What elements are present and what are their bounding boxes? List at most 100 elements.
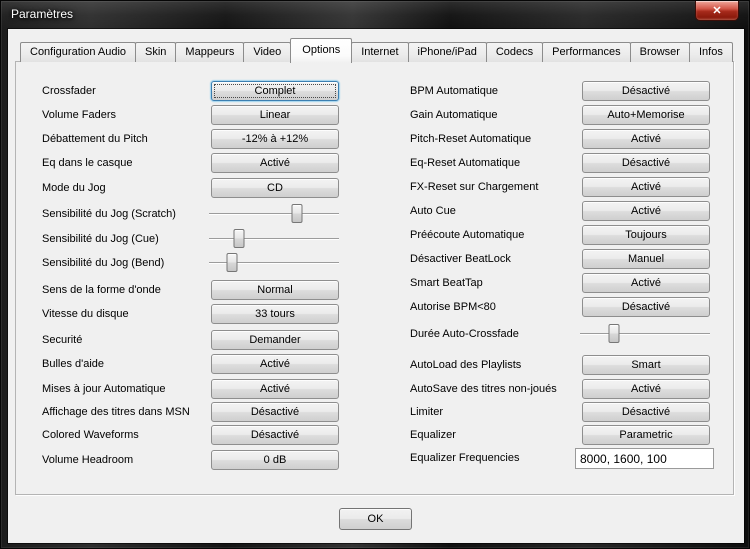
waveform-direction-value-button[interactable]: Normal [211, 280, 339, 300]
setting-label: Sens de la forme d'onde [42, 284, 161, 296]
setting-label: Volume Faders [42, 109, 116, 121]
setting-label: Sensibilité du Jog (Scratch) [42, 208, 176, 220]
pitch-range-value-button[interactable]: -12% à +12% [211, 129, 339, 149]
tab-mappeurs[interactable]: Mappeurs [175, 42, 245, 62]
auto-pitch-reset-value-button[interactable]: Activé [582, 129, 710, 149]
setting-volume-headroom: Volume Headroom 0 dB [42, 450, 339, 470]
eq-headphone-value-button[interactable]: Activé [211, 153, 339, 173]
smart-beattap-value-button[interactable]: Activé [582, 273, 710, 293]
limiter-value-button[interactable]: Désactivé [582, 402, 710, 422]
setting-colored-waveforms: Colored Waveforms Désactivé [42, 425, 339, 445]
auto-cue-value-button[interactable]: Activé [582, 201, 710, 221]
setting-waveform-direction: Sens de la forme d'onde Normal [42, 280, 339, 300]
jog-bend-slider [209, 253, 339, 273]
security-value-button[interactable]: Demander [211, 330, 339, 350]
setting-jog-scratch-sensitivity: Sensibilité du Jog (Scratch) [42, 204, 339, 224]
fx-reset-on-load-value-button[interactable]: Activé [582, 177, 710, 197]
setting-label: Eq dans le casque [42, 157, 133, 169]
msn-titles-value-button[interactable]: Désactivé [211, 402, 339, 422]
slider-thumb[interactable] [233, 229, 245, 248]
setting-label: Préécoute Automatique [410, 229, 525, 241]
tab-strip: Configuration Audio Skin Mappeurs Video … [20, 37, 733, 63]
setting-label: Mises à jour Automatique [42, 383, 166, 395]
volume-faders-value-button[interactable]: Linear [211, 105, 339, 125]
auto-prelisten-value-button[interactable]: Toujours [582, 225, 710, 245]
setting-label: Crossfader [42, 85, 96, 97]
disable-beatlock-value-button[interactable]: Manuel [582, 249, 710, 269]
autosave-unplayed-value-button[interactable]: Activé [582, 379, 710, 399]
slider-track [580, 333, 710, 335]
equalizer-frequencies-input[interactable] [575, 448, 714, 469]
auto-bpm-value-button[interactable]: Désactivé [582, 81, 710, 101]
auto-update-value-button[interactable]: Activé [211, 379, 339, 399]
crossfader-value-button[interactable]: Complet [211, 81, 339, 101]
setting-auto-prelisten: Préécoute Automatique Toujours [410, 225, 710, 245]
setting-label: Sensibilité du Jog (Bend) [42, 257, 165, 269]
setting-fx-reset-on-load: FX-Reset sur Chargement Activé [410, 177, 710, 197]
setting-label: AutoSave des titres non-joués [410, 383, 557, 395]
auto-eq-reset-value-button[interactable]: Désactivé [582, 153, 710, 173]
tab-options[interactable]: Options [290, 38, 353, 63]
tab-internet[interactable]: Internet [351, 42, 409, 62]
setting-crossfader: Crossfader Complet [42, 81, 339, 101]
tab-performances[interactable]: Performances [542, 42, 631, 62]
setting-label: Autorise BPM<80 [410, 301, 496, 313]
setting-limiter: Limiter Désactivé [410, 402, 710, 422]
window-title: Paramètres [11, 7, 74, 21]
setting-smart-beattap: Smart BeatTap Activé [410, 273, 710, 293]
setting-auto-update: Mises à jour Automatique Activé [42, 379, 339, 399]
tooltips-value-button[interactable]: Activé [211, 354, 339, 374]
setting-jog-bend-sensitivity: Sensibilité du Jog (Bend) [42, 253, 339, 273]
auto-gain-value-button[interactable]: Auto+Memorise [582, 105, 710, 125]
tab-browser[interactable]: Browser [629, 42, 690, 62]
setting-label: Smart BeatTap [410, 277, 483, 289]
options-tab-panel: Crossfader Complet Volume Faders Linear … [15, 61, 734, 495]
autoload-playlists-value-button[interactable]: Smart [582, 355, 710, 375]
volume-headroom-value-button[interactable]: 0 dB [211, 450, 339, 470]
setting-autoload-playlists: AutoLoad des Playlists Smart [410, 355, 710, 375]
tab-infos[interactable]: Infos [688, 42, 733, 62]
setting-auto-cue: Auto Cue Activé [410, 201, 710, 221]
setting-volume-faders: Volume Faders Linear [42, 105, 339, 125]
slider-thumb[interactable] [291, 204, 303, 223]
setting-label: Bulles d'aide [42, 358, 105, 370]
setting-label: Eq-Reset Automatique [410, 157, 521, 169]
tab-iphone-ipad[interactable]: iPhone/iPad [407, 42, 487, 62]
jog-scratch-slider [209, 204, 339, 224]
setting-label: Pitch-Reset Automatique [410, 133, 532, 145]
allow-bpm-under-80-value-button[interactable]: Désactivé [582, 297, 710, 317]
setting-equalizer-frequencies: Equalizer Frequencies [410, 448, 714, 469]
setting-auto-eq-reset: Eq-Reset Automatique Désactivé [410, 153, 710, 173]
setting-label: Mode du Jog [42, 182, 106, 194]
jog-mode-value-button[interactable]: CD [211, 178, 339, 198]
setting-label: Désactiver BeatLock [410, 253, 511, 265]
tab-video[interactable]: Video [243, 42, 292, 62]
tab-configuration-audio[interactable]: Configuration Audio [20, 42, 137, 62]
ok-button[interactable]: OK [339, 508, 412, 530]
close-icon[interactable]: ✕ [695, 1, 739, 21]
setting-disable-beatlock: Désactiver BeatLock Manuel [410, 249, 710, 269]
setting-jog-cue-sensitivity: Sensibilité du Jog (Cue) [42, 229, 339, 249]
slider-thumb[interactable] [226, 253, 238, 272]
tab-skin[interactable]: Skin [135, 42, 177, 62]
settings-dialog: Paramètres ✕ Configuration Audio Skin Ma… [0, 0, 750, 549]
disc-speed-value-button[interactable]: 33 tours [211, 304, 339, 324]
slider-track [209, 238, 339, 240]
setting-label: Colored Waveforms [42, 429, 139, 441]
setting-label: Durée Auto-Crossfade [410, 328, 519, 340]
setting-label: Volume Headroom [42, 454, 134, 466]
setting-auto-bpm: BPM Automatique Désactivé [410, 81, 710, 101]
setting-label: Equalizer [410, 429, 456, 441]
tab-codecs[interactable]: Codecs [485, 42, 544, 62]
dialog-body: Configuration Audio Skin Mappeurs Video … [8, 29, 744, 543]
setting-eq-headphone: Eq dans le casque Activé [42, 153, 339, 173]
slider-thumb[interactable] [608, 324, 620, 343]
titlebar[interactable]: Paramètres ✕ [1, 1, 749, 29]
colored-waveforms-value-button[interactable]: Désactivé [211, 425, 339, 445]
setting-security: Securité Demander [42, 330, 339, 350]
setting-label: FX-Reset sur Chargement [410, 181, 539, 193]
setting-jog-mode: Mode du Jog CD [42, 178, 339, 198]
setting-label: Vitesse du disque [42, 308, 129, 320]
setting-auto-crossfade-length: Durée Auto-Crossfade [410, 324, 710, 344]
equalizer-value-button[interactable]: Parametric [582, 425, 710, 445]
